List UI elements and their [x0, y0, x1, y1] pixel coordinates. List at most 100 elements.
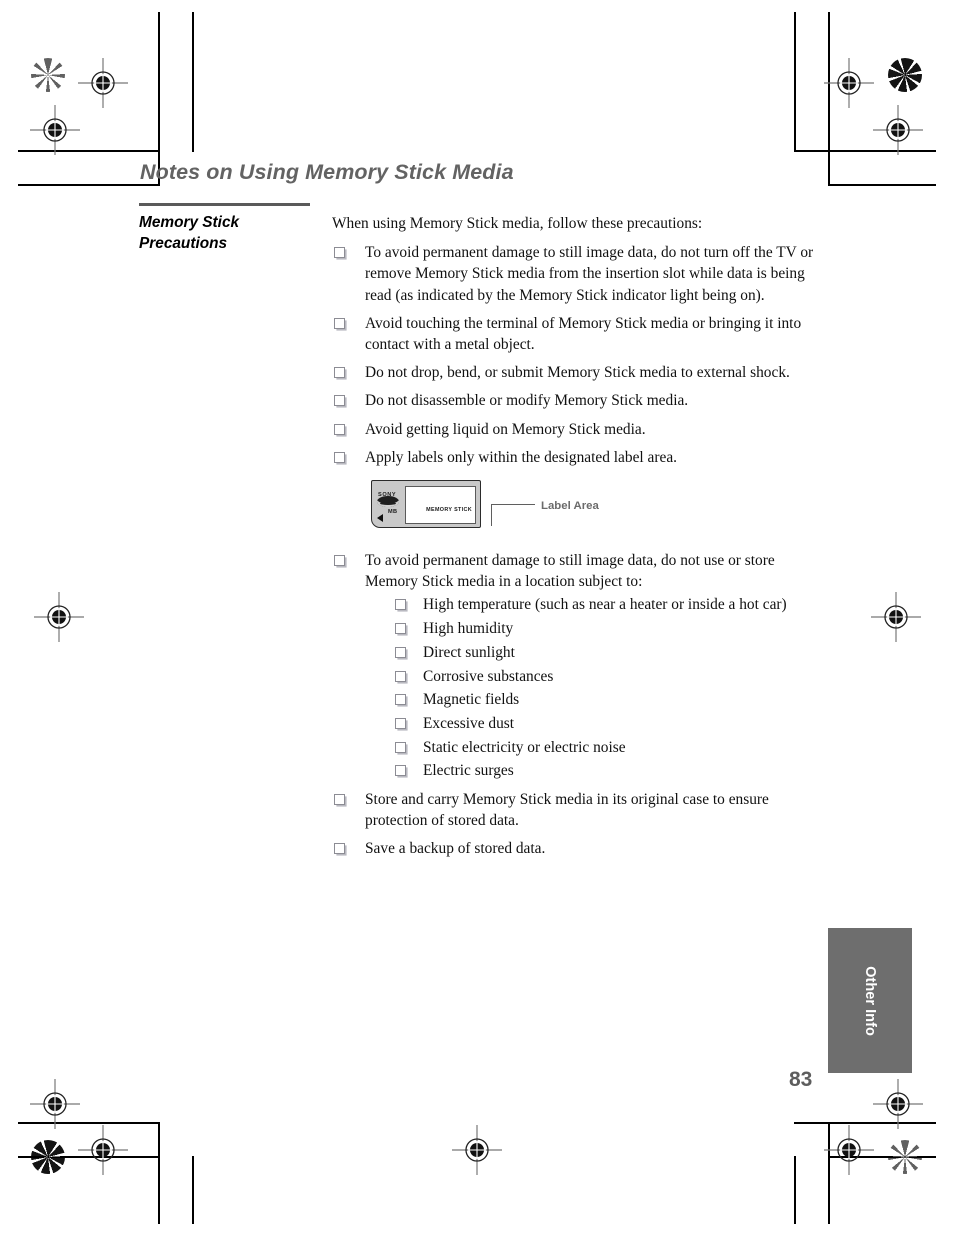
crop-mark-line [158, 1122, 160, 1224]
sublist-item: High temperature (such as near a heater … [394, 594, 822, 615]
capacity-label: MB [388, 508, 398, 515]
list-item: Save a backup of stored data. [332, 838, 822, 859]
registration-mark [822, 1123, 876, 1177]
list-item-text: Apply labels only within the designated … [365, 448, 677, 466]
crop-mark-line [828, 1122, 830, 1224]
list-item-text: Avoid touching the terminal of Memory St… [365, 314, 802, 354]
main-content: When using Memory Stick media, follow th… [332, 213, 822, 866]
crop-mark-line [18, 184, 160, 186]
sublist-item: Static electricity or electric noise [394, 737, 822, 758]
sublist-item-text: Corrosive substances [423, 667, 554, 685]
crop-mark-line [18, 150, 160, 152]
square-bullet-icon [395, 741, 406, 753]
crop-mark-line [192, 12, 194, 152]
registration-mark [32, 590, 86, 644]
sublist-item-text: Direct sunlight [423, 643, 515, 661]
memory-stick-figure: SONY MB MEMORY STICK Label Area [371, 480, 631, 536]
list-item: Store and carry Memory Stick media in it… [332, 789, 822, 831]
sublist-item-text: Excessive dust [423, 714, 515, 732]
sidebar-rule [139, 203, 310, 206]
list-item-text: Save a backup of stored data. [365, 839, 546, 857]
square-bullet-icon [334, 793, 345, 805]
sidebar-heading: Memory Stick Precautions [139, 214, 240, 252]
label-area-caption: Label Area [541, 500, 599, 513]
crop-mark-line [828, 12, 830, 186]
square-bullet-icon [334, 395, 345, 407]
sublist-item: Excessive dust [394, 713, 822, 734]
registration-mark [76, 56, 130, 110]
registration-mark [869, 590, 923, 644]
halftone-circle [31, 58, 65, 92]
section-tab-other-info: Other Info [828, 928, 912, 1073]
label-area-region: MEMORY STICK [405, 486, 476, 525]
sublist-item-text: High temperature (such as near a heater … [423, 596, 787, 614]
square-bullet-icon [395, 646, 406, 658]
list-item: Do not disassemble or modify Memory Stic… [332, 390, 822, 411]
registration-mark [822, 56, 876, 110]
list-item: Avoid getting liquid on Memory Stick med… [332, 419, 822, 440]
sublist-item: Direct sunlight [394, 642, 822, 663]
square-bullet-icon [334, 842, 345, 854]
square-bullet-icon [334, 247, 345, 259]
leader-line-vertical [491, 504, 493, 527]
square-bullet-icon [395, 694, 406, 706]
list-item: Avoid touching the terminal of Memory St… [332, 313, 822, 355]
list-item-text: Store and carry Memory Stick media in it… [365, 790, 769, 829]
registration-mark [28, 103, 82, 157]
square-bullet-icon [395, 623, 406, 635]
insert-direction-arrow-icon [377, 514, 383, 523]
memory-stick-card-icon: SONY MB MEMORY STICK [371, 480, 481, 529]
registration-mark [871, 103, 925, 157]
sublist-item-text: Electric surges [423, 762, 514, 780]
list-item: Do not drop, bend, or submit Memory Stic… [332, 362, 822, 383]
square-bullet-icon [395, 717, 406, 729]
list-item-text: Do not drop, bend, or submit Memory Stic… [365, 364, 790, 382]
page-title: Notes on Using Memory Stick Media [140, 160, 514, 185]
crop-mark-line [794, 12, 796, 152]
sublist-item: Corrosive substances [394, 666, 822, 687]
square-bullet-icon [334, 423, 345, 435]
list-item-text: Avoid getting liquid on Memory Stick med… [365, 420, 646, 438]
registration-mark [450, 1123, 504, 1177]
list-item-text: Do not disassemble or modify Memory Stic… [365, 392, 689, 410]
square-bullet-icon [395, 599, 406, 611]
list-item: To avoid permanent damage to still image… [332, 550, 822, 782]
crop-mark-line [18, 1122, 160, 1124]
halftone-circle [888, 1140, 922, 1174]
sublist-item-text: Static electricity or electric noise [423, 738, 626, 756]
sublist-item: Electric surges [394, 760, 822, 781]
leader-line-horizontal [491, 504, 535, 506]
crop-mark-line [828, 184, 936, 186]
location-list: To avoid permanent damage to still image… [332, 550, 822, 859]
square-bullet-icon [395, 670, 406, 682]
intro-paragraph: When using Memory Stick media, follow th… [332, 215, 703, 232]
registration-mark [76, 1123, 130, 1177]
sublist-item-text: Magnetic fields [423, 691, 520, 709]
crop-mark-line [794, 1122, 936, 1124]
precautions-list: To avoid permanent damage to still image… [332, 242, 822, 468]
halftone-circle [31, 1140, 65, 1174]
registration-mark [871, 1077, 925, 1131]
list-item-text: To avoid permanent damage to still image… [365, 244, 814, 304]
crop-mark-line [828, 1156, 936, 1158]
crop-mark-line [794, 1156, 796, 1224]
list-item-text: To avoid permanent damage to still image… [365, 552, 775, 591]
square-bullet-icon [395, 765, 406, 777]
crop-mark-line [18, 1156, 160, 1158]
square-bullet-icon [334, 317, 345, 329]
square-bullet-icon [334, 367, 345, 379]
page-number: 83 [789, 1068, 813, 1091]
location-sublist: High temperature (such as near a heater … [365, 594, 822, 781]
memory-stick-text-label: MEMORY STICK [426, 506, 472, 513]
sublist-item: High humidity [394, 618, 822, 639]
crop-mark-line [794, 150, 936, 152]
square-bullet-icon [334, 451, 345, 463]
sublist-item-text: High humidity [423, 620, 514, 638]
sublist-item: Magnetic fields [394, 689, 822, 710]
list-item: To avoid permanent damage to still image… [332, 242, 822, 306]
section-tab-label: Other Info [862, 965, 878, 1036]
halftone-circle [888, 58, 922, 92]
crop-mark-line [192, 1156, 194, 1224]
list-item: Apply labels only within the designated … [332, 447, 822, 468]
registration-mark [28, 1077, 82, 1131]
